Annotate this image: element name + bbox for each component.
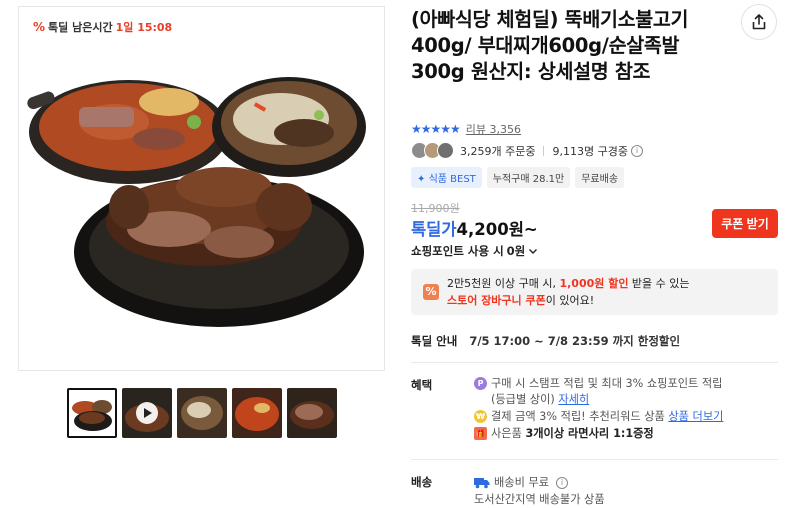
thumbnail-2-video[interactable] xyxy=(122,388,172,438)
share-button[interactable] xyxy=(741,4,777,40)
product-title: (아빠식당 체험딜) 뚝배기소불고기400g/ 부대찌개600g/순살족발300… xyxy=(411,8,689,83)
badge-best: ✦ 식품 BEST xyxy=(411,167,482,188)
thumbnail-4-image xyxy=(232,388,282,438)
chevron-down-icon xyxy=(529,249,538,254)
gift-icon: 🎁 xyxy=(474,427,487,440)
points-selector[interactable]: 쇼핑포인트 사용 시 0원 xyxy=(411,243,538,259)
rating-row: ★★★★★ 리뷰 3,356 xyxy=(411,121,521,137)
benefit-label: 혜택 xyxy=(411,378,433,392)
thumbnail-3-image xyxy=(177,388,227,438)
truck-icon xyxy=(474,477,490,488)
review-link[interactable]: 리뷰 3,356 xyxy=(466,121,521,137)
product-main-image: % 톡딜 남은시간 1일 15:08 xyxy=(18,6,385,371)
buyer-avatars xyxy=(411,142,454,159)
get-coupon-button[interactable]: 쿠폰 받기 xyxy=(712,209,778,238)
badge-best-label: 식품 BEST xyxy=(428,174,476,185)
shipping-info: 배송비 무료 i 도서산간지역 배송불가 상품 xyxy=(474,474,605,508)
deal-info-label: 톡딜 안내 xyxy=(411,334,458,348)
divider xyxy=(543,145,545,156)
thumbnail-1-image xyxy=(69,390,115,436)
benefit-text: 결제 금액 3% 적립! 추천리워드 상품 xyxy=(491,410,665,423)
share-icon xyxy=(752,14,766,30)
benefit-item: ₩ 결제 금액 3% 적립! 추천리워드 상품 상품 더보기 xyxy=(474,409,723,425)
benefit-text: 구매 시 스탬프 적립 및 최대 3% 쇼핑포인트 적립 xyxy=(491,377,723,390)
info-icon[interactable]: i xyxy=(630,144,643,157)
promo-text: 받을 수 있는 xyxy=(628,277,690,290)
divider xyxy=(411,459,778,460)
benefit-list: P 구매 시 스탬프 적립 및 최대 3% 쇼핑포인트 적립 (등급별 상이) … xyxy=(474,376,723,443)
deal-info-row: 톡딜 안내 7/5 17:00 ~ 7/8 23:59 까지 한정할인 xyxy=(411,333,680,349)
original-price: 11,900원 xyxy=(411,202,460,215)
price-value: 4,200원~ xyxy=(456,220,538,239)
timer-label: 톡딜 남은시간 xyxy=(48,21,113,34)
info-icon[interactable]: i xyxy=(556,476,569,489)
promo-line-1: 2만5천원 이상 구매 시, 1,000원 할인 받을 수 있는 xyxy=(447,275,768,292)
thumbnail-1[interactable] xyxy=(67,388,117,438)
thumbnail-strip xyxy=(67,388,337,438)
price-prefix: 톡딜가 xyxy=(411,220,457,239)
thumbnail-3[interactable] xyxy=(177,388,227,438)
benefit-text: 사은품 xyxy=(491,427,522,440)
review-label: 리뷰 xyxy=(465,123,487,136)
deal-price: 톡딜가4,200원~ xyxy=(411,216,538,240)
review-count: 3,356 xyxy=(489,123,522,136)
points-value: 0원 xyxy=(506,244,526,258)
divider xyxy=(411,362,778,363)
thumbnail-5[interactable] xyxy=(287,388,337,438)
shipping-fee: 배송비 무료 xyxy=(494,476,550,489)
order-count: 3,259개 주문중 xyxy=(460,144,536,158)
avatar xyxy=(437,142,454,159)
shipping-label: 배송 xyxy=(411,475,433,489)
promo-text: 이 있어요! xyxy=(545,294,595,307)
benefit-item: 🎁 사은품 3개이상 라면사리 1:1증정 xyxy=(474,426,723,442)
promo-highlight: 1,000원 할인 xyxy=(559,277,629,290)
benefit-item: P 구매 시 스탬프 적립 및 최대 3% 쇼핑포인트 적립 (등급별 상이) … xyxy=(474,376,723,408)
promo-highlight: 스토어 장바구니 쿠폰 xyxy=(447,294,546,307)
store-coupon-banner[interactable]: % 2만5천원 이상 구매 시, 1,000원 할인 받을 수 있는 스토어 장… xyxy=(411,269,778,315)
percent-icon: % xyxy=(33,20,46,34)
shipping-line: 배송비 무료 i xyxy=(474,474,605,491)
shipping-note: 도서산간지역 배송불가 상품 xyxy=(474,493,605,506)
details-link[interactable]: 자세히 xyxy=(558,393,589,406)
thumbnail-5-image xyxy=(287,388,337,438)
reward-icon: ₩ xyxy=(474,410,487,423)
thumbnail-4[interactable] xyxy=(232,388,282,438)
badge-cumulative: 누적구매 28.1만 xyxy=(486,167,571,188)
points-label: 쇼핑포인트 사용 시 xyxy=(411,244,504,258)
coupon-icon: % xyxy=(423,284,439,300)
badge-row: ✦ 식품 BEST 누적구매 28.1만 무료배송 xyxy=(411,167,625,188)
gift-detail: 3개이상 라면사리 1:1증정 xyxy=(525,427,654,440)
point-icon: P xyxy=(474,377,487,390)
orders-row: 3,259개 주문중 9,113명 구경중 i xyxy=(411,142,643,159)
viewer-count: 9,113명 구경중 xyxy=(552,144,628,158)
timer-value: 1일 15:08 xyxy=(115,21,173,34)
badge-free-shipping: 무료배송 xyxy=(575,167,625,188)
star-rating-icon: ★★★★★ xyxy=(411,122,461,136)
play-icon xyxy=(136,402,158,424)
deal-info-value: 7/5 17:00 ~ 7/8 23:59 까지 한정할인 xyxy=(469,334,681,348)
more-products-link[interactable]: 상품 더보기 xyxy=(668,410,723,423)
promo-text: 2만5천원 이상 구매 시, xyxy=(447,277,560,290)
food-photo xyxy=(27,77,366,327)
promo-line-2: 스토어 장바구니 쿠폰이 있어요! xyxy=(447,292,768,309)
benefit-text: (등급별 상이) xyxy=(491,393,555,406)
deal-timer: % 톡딜 남은시간 1일 15:08 xyxy=(33,19,172,35)
